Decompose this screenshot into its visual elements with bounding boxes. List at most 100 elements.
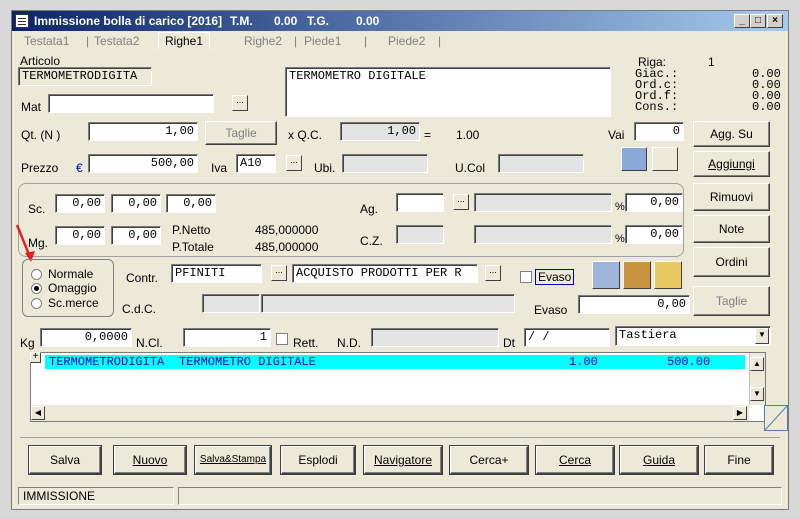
tab-strip: Testata1 | Testata2 Righe1 Righe2 | Pied…	[12, 32, 788, 49]
dt-field[interactable]: / /	[524, 328, 610, 347]
articolo-code-field[interactable]: TERMOMETRODIGITA	[18, 67, 152, 86]
cdc-description-field[interactable]	[261, 294, 515, 313]
contr-lookup-button[interactable]: ...	[271, 265, 287, 281]
radio-scmerce[interactable]	[31, 298, 42, 309]
vai-field[interactable]: 0	[634, 122, 684, 141]
note-button[interactable]: Note	[693, 215, 770, 243]
cz-field[interactable]	[396, 225, 444, 244]
rows-grid: + TERMOMETRODIGITA TERMOMETRO DIGITALE 1…	[30, 352, 766, 422]
cerca-button[interactable]: Cerca	[536, 446, 614, 474]
document-edit-icon[interactable]	[621, 147, 647, 171]
nd-field[interactable]	[371, 328, 499, 347]
taglie-button[interactable]: Taglie	[693, 286, 770, 316]
kg-label: Kg	[20, 336, 35, 350]
tab-righe2[interactable]: Righe2	[244, 34, 282, 48]
tab-separator: |	[438, 34, 442, 48]
expand-icon[interactable]: +	[30, 352, 41, 363]
ucol-label: U.Col	[455, 161, 486, 175]
package-icon[interactable]	[623, 261, 651, 289]
computer-icon[interactable]	[592, 261, 620, 289]
resize-corner-icon[interactable]	[764, 405, 788, 431]
contr-code-field[interactable]: PFINITI	[171, 264, 262, 283]
title-bar[interactable]: Immissione bolla di carico [2016] T.M. 0…	[12, 11, 788, 31]
chevron-down-icon[interactable]: ▼	[755, 328, 769, 344]
scroll-right-icon[interactable]: ▶	[733, 406, 747, 420]
currency-symbol: €	[76, 161, 83, 175]
mat-field[interactable]	[48, 94, 214, 113]
kg-field[interactable]: 0,0000	[40, 328, 132, 347]
status-info	[178, 487, 782, 505]
radio-omaggio[interactable]	[31, 283, 42, 294]
cons-value: 0.00	[752, 100, 781, 114]
qt-field[interactable]: 1,00	[88, 122, 198, 141]
ag-lookup-button[interactable]: ...	[453, 194, 469, 210]
tab-piede1[interactable]: Piede1	[304, 34, 341, 48]
ag-percent-field[interactable]: 0,00	[625, 193, 683, 212]
qc-field[interactable]: 1,00	[340, 122, 420, 141]
contr-desc-lookup-button[interactable]: ...	[485, 265, 501, 281]
iva-field[interactable]: A10	[236, 154, 276, 173]
window-menu-icon[interactable]	[15, 14, 29, 28]
ag-field[interactable]	[396, 193, 444, 212]
iva-label: Iva	[211, 161, 228, 175]
rimuovi-button[interactable]: Rimuovi	[693, 183, 770, 211]
cz-percent-field[interactable]: 0,00	[625, 225, 683, 244]
mg1-field[interactable]: 0,00	[55, 226, 105, 245]
mg2-field[interactable]: 0,00	[111, 226, 161, 245]
table-row[interactable]: TERMOMETRODIGITA TERMOMETRO DIGITALE 1.0…	[45, 355, 745, 369]
riga-value: 1	[708, 55, 715, 69]
fine-button[interactable]: Fine	[705, 446, 773, 474]
tab-separator: |	[86, 34, 90, 48]
aggiungi-button[interactable]: Aggiungi	[693, 151, 770, 177]
agg-su-button[interactable]: Agg. Su	[693, 121, 770, 147]
rett-checkbox[interactable]	[276, 333, 288, 345]
prezzo-field[interactable]: 500,00	[88, 154, 198, 173]
close-button[interactable]: ×	[767, 14, 783, 28]
contr-description-field[interactable]: ACQUISTO PRODOTTI PER R	[292, 264, 478, 283]
ag-description-field[interactable]	[474, 193, 612, 212]
navigatore-button[interactable]: Navigatore	[364, 446, 442, 474]
scroll-down-icon[interactable]: ▼	[750, 387, 764, 401]
scroll-left-icon[interactable]: ◀	[31, 406, 45, 420]
cerca-plus-button[interactable]: Cerca+	[450, 446, 528, 474]
guida-button[interactable]: Guida	[620, 446, 698, 474]
taglie-inline-button[interactable]: Taglie	[205, 121, 277, 145]
network-icon[interactable]	[652, 147, 678, 171]
maximize-button[interactable]: □	[750, 14, 766, 28]
pnetto-label: P.Netto	[172, 223, 211, 237]
tab-piede2[interactable]: Piede2	[388, 34, 425, 48]
cdc-field[interactable]	[202, 294, 260, 313]
ordini-button[interactable]: Ordini	[693, 247, 770, 277]
tab-righe1[interactable]: Righe1	[158, 32, 211, 49]
status-mode: IMMISSIONE	[18, 487, 174, 505]
print-icon[interactable]	[654, 261, 682, 289]
radio-normale-label: Normale	[48, 267, 94, 281]
salva-stampa-button[interactable]: Salva&Stampa	[195, 446, 271, 474]
evaso-field[interactable]: 0,00	[578, 295, 690, 314]
window-title: Immissione bolla di carico [2016]	[34, 14, 223, 28]
mat-lookup-button[interactable]: ...	[232, 95, 248, 111]
radio-normale[interactable]	[31, 269, 42, 280]
minimize-button[interactable]: _	[734, 14, 750, 28]
evaso-checkbox[interactable]	[520, 271, 532, 283]
tab-testata2[interactable]: Testata2	[94, 34, 139, 48]
horizontal-scrollbar[interactable]: ◀ ▶	[31, 405, 749, 421]
ubi-field[interactable]	[342, 154, 428, 173]
scroll-up-icon[interactable]: ▲	[750, 357, 764, 371]
qt-label: Qt. (N )	[21, 128, 61, 142]
articolo-description-field[interactable]: TERMOMETRO DIGITALE	[285, 67, 611, 117]
cz-description-field[interactable]	[474, 225, 612, 244]
nuovo-button[interactable]: Nuovo	[114, 446, 186, 474]
tab-testata1[interactable]: Testata1	[24, 34, 69, 48]
ucol-field[interactable]	[498, 154, 584, 173]
esplodi-button[interactable]: Esplodi	[281, 446, 355, 474]
ncl-field[interactable]: 1	[183, 328, 271, 347]
iva-lookup-button[interactable]: ...	[286, 155, 302, 171]
salva-button[interactable]: Salva	[29, 446, 101, 474]
vertical-scrollbar[interactable]: ▲ ▼	[749, 353, 765, 405]
bottom-toolbar: Salva Nuovo Salva&Stampa Esplodi Navigat…	[20, 437, 780, 481]
sc3-field[interactable]: 0,00	[166, 194, 216, 213]
input-mode-select[interactable]: Tastiera	[615, 326, 771, 346]
sc2-field[interactable]: 0,00	[111, 194, 161, 213]
sc1-field[interactable]: 0,00	[55, 194, 105, 213]
